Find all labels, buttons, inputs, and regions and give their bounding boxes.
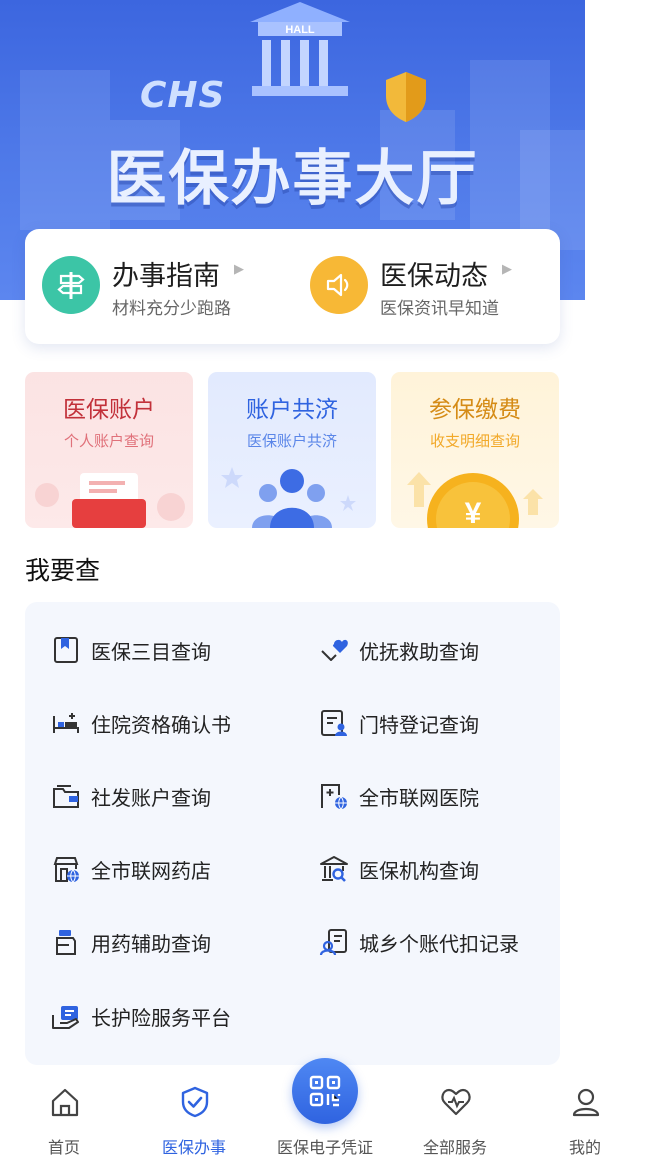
query-item-catalog[interactable]: 医保三目查询 bbox=[51, 629, 301, 669]
qr-code-icon bbox=[309, 1075, 341, 1107]
news-entry[interactable]: 医保动态 ▶ 医保资讯早知道 bbox=[310, 254, 560, 319]
hospital-network-icon bbox=[321, 784, 347, 810]
chs-logo: CHS bbox=[140, 75, 226, 116]
feature-card-payment[interactable]: 参保缴费 收支明细查询 ¥ bbox=[391, 372, 559, 528]
tab-home[interactable]: 首页 bbox=[19, 1086, 109, 1157]
query-item-pharmacies[interactable]: 全市联网药店 bbox=[51, 848, 301, 888]
shield-badge-icon bbox=[386, 72, 426, 122]
query-label: 城乡个账代扣记录 bbox=[359, 932, 519, 956]
query-label: 用药辅助查询 bbox=[91, 932, 211, 956]
feature-title: 账户共济 bbox=[246, 397, 338, 423]
shield-check-icon bbox=[181, 1086, 209, 1118]
tab-label: 医保办事 bbox=[161, 1138, 226, 1157]
tab-profile[interactable]: 我的 bbox=[540, 1086, 630, 1157]
news-title: 医保动态 bbox=[380, 261, 488, 292]
query-item-medication[interactable]: 用药辅助查询 bbox=[51, 921, 301, 961]
query-label: 住院资格确认书 bbox=[91, 713, 231, 737]
folder-wallet-icon bbox=[53, 785, 79, 808]
query-label: 优抚救助查询 bbox=[359, 640, 479, 664]
query-item-relief[interactable]: 优抚救助查询 bbox=[319, 629, 569, 669]
heart-hand-icon bbox=[321, 639, 348, 661]
query-item-long-term-care[interactable]: 长护险服务平台 bbox=[51, 995, 301, 1035]
hall-badge-text: HALL bbox=[285, 24, 315, 36]
pharmacy-network-icon bbox=[53, 857, 79, 883]
coin-illustration-icon: ¥ bbox=[407, 472, 543, 528]
tab-label: 首页 bbox=[47, 1138, 80, 1157]
user-icon bbox=[572, 1088, 600, 1117]
hall-building-icon: HALL bbox=[250, 2, 350, 96]
query-item-social-account[interactable]: 社发账户查询 bbox=[51, 775, 301, 815]
feature-title: 参保缴费 bbox=[429, 397, 521, 423]
query-item-admission[interactable]: 住院资格确认书 bbox=[51, 702, 301, 742]
home-icon bbox=[51, 1088, 79, 1117]
query-label: 全市联网药店 bbox=[91, 859, 211, 883]
feature-title: 医保账户 bbox=[63, 397, 155, 423]
family-illustration-icon bbox=[221, 467, 356, 528]
query-item-hospitals[interactable]: 全市联网医院 bbox=[319, 775, 569, 815]
query-label: 社发账户查询 bbox=[91, 786, 211, 810]
medicine-bottle-icon bbox=[56, 930, 76, 955]
doc-person-icon bbox=[321, 710, 347, 736]
guide-entry[interactable]: 办事指南 ▶ 材料充分少跑路 bbox=[42, 254, 292, 319]
query-label: 长护险服务平台 bbox=[91, 1006, 231, 1030]
tab-e-voucher-button[interactable] bbox=[292, 1058, 358, 1124]
bookmark-doc-icon bbox=[54, 637, 78, 663]
query-label: 医保三目查询 bbox=[91, 640, 211, 664]
feature-subtitle: 医保账户共济 bbox=[246, 432, 337, 450]
tab-e-voucher-label: 医保电子凭证 bbox=[276, 1138, 373, 1157]
query-label: 门特登记查询 bbox=[359, 713, 479, 737]
query-panel: 医保三目查询 优抚救助查询 住院资格确认书 门特登记查询 社发账户查询 全市联网… bbox=[25, 602, 560, 1065]
query-item-special[interactable]: 门特登记查询 bbox=[319, 702, 569, 742]
feature-card-mutual[interactable]: 账户共济 医保账户共济 bbox=[208, 372, 376, 528]
hero-title: 医保办事大厅 bbox=[106, 144, 479, 214]
quick-access-card: 办事指南 ▶ 材料充分少跑路 医保动态 ▶ 医保资讯早知道 bbox=[25, 229, 560, 344]
heart-pulse-icon bbox=[441, 1088, 471, 1116]
speaker-icon bbox=[310, 256, 368, 314]
hospital-bed-icon bbox=[53, 713, 79, 733]
query-item-deduction-record[interactable]: 城乡个账代扣记录 bbox=[319, 921, 569, 961]
tab-label: 全部服务 bbox=[422, 1138, 487, 1157]
person-record-icon bbox=[319, 929, 347, 956]
wallet-illustration-icon bbox=[35, 473, 185, 528]
feature-subtitle: 收支明细查询 bbox=[429, 432, 520, 450]
query-label: 医保机构查询 bbox=[359, 859, 479, 883]
feature-card-account[interactable]: 医保账户 个人账户查询 bbox=[25, 372, 193, 528]
tab-all-services[interactable]: 全部服务 bbox=[410, 1086, 500, 1157]
institution-search-icon bbox=[320, 856, 348, 882]
chevron-right-icon: ▶ bbox=[502, 262, 512, 277]
section-title: 我要查 bbox=[25, 556, 101, 585]
query-item-institutions[interactable]: 医保机构查询 bbox=[319, 848, 569, 888]
feature-subtitle: 个人账户查询 bbox=[63, 432, 154, 450]
signpost-icon bbox=[42, 256, 100, 314]
care-hand-icon bbox=[52, 1006, 79, 1029]
tab-medical-affairs[interactable]: 医保办事 bbox=[149, 1086, 239, 1157]
tab-label: 我的 bbox=[568, 1138, 601, 1157]
svg-text:¥: ¥ bbox=[465, 497, 482, 528]
guide-title: 办事指南 bbox=[112, 261, 220, 292]
page: CHS HALL 医保办事大厅 办事指南 ▶ 材料充分少跑路 医保动态 ▶ 医保… bbox=[0, 0, 601, 1157]
query-label: 全市联网医院 bbox=[359, 786, 479, 810]
chevron-right-icon: ▶ bbox=[234, 262, 244, 277]
news-subtitle: 医保资讯早知道 bbox=[380, 299, 499, 319]
guide-subtitle: 材料充分少跑路 bbox=[112, 299, 231, 319]
